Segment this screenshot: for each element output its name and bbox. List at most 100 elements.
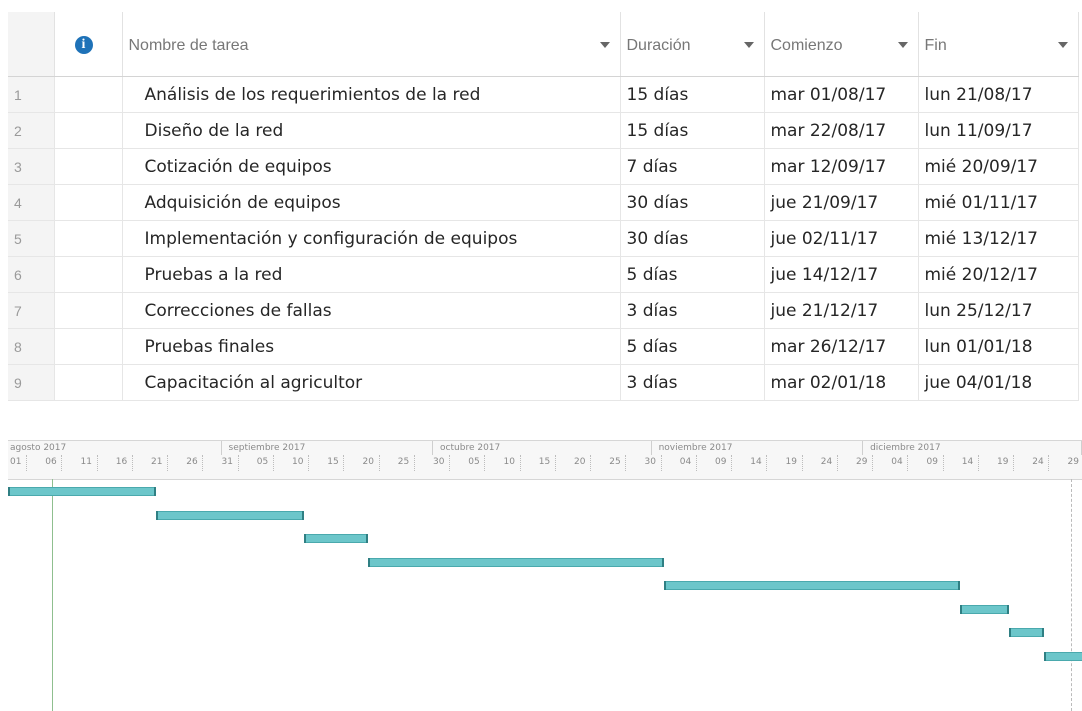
table-row[interactable]: 6 Pruebas a la red 5 días jue 14/12/17 mié 2…	[8, 256, 1079, 293]
task-name-cell[interactable]: Implementación y configuración de equipo…	[122, 220, 621, 257]
timescale-day-label: 29	[856, 457, 868, 467]
timescale-day-label: 19	[997, 457, 1009, 467]
finish-cell[interactable]: lun 25/12/17	[918, 292, 1079, 329]
timescale-day-label: 11	[80, 457, 92, 467]
start-cell[interactable]: jue 14/12/17	[764, 256, 919, 293]
duration-cell[interactable]: 15 días	[620, 76, 765, 113]
finish-cell[interactable]: lun 11/09/17	[918, 112, 1079, 149]
start-cell[interactable]: mar 12/09/17	[764, 148, 919, 185]
duration-cell[interactable]: 30 días	[620, 220, 765, 257]
indicator-cell[interactable]	[54, 148, 123, 185]
start-column-header[interactable]: Comienzo	[764, 12, 919, 77]
timescale-day-label: 05	[256, 457, 269, 467]
finish-cell[interactable]: mié 01/11/17	[918, 184, 1079, 221]
start-cell[interactable]: jue 21/12/17	[764, 292, 919, 329]
indicator-cell[interactable]	[54, 328, 123, 365]
indicator-cell[interactable]	[54, 256, 123, 293]
duration-cell[interactable]: 5 días	[620, 256, 765, 293]
table-row[interactable]: 9 Capacitación al agricultor 3 días mar 02/…	[8, 364, 1079, 401]
finish-cell[interactable]: mié 13/12/17	[918, 220, 1079, 257]
chevron-down-icon[interactable]	[1057, 42, 1068, 48]
finish-cell[interactable]: lun 21/08/17	[918, 76, 1079, 113]
timescale-day-label: 06	[45, 457, 57, 467]
row-number[interactable]: 9	[8, 364, 55, 401]
timescale-month-divider	[432, 441, 434, 455]
gantt-task-bar[interactable]	[1044, 651, 1082, 661]
gantt-task-bar[interactable]	[8, 487, 157, 496]
task-name-cell[interactable]: Correcciones de fallas	[122, 292, 621, 329]
task-name-cell[interactable]: Pruebas finales	[122, 328, 621, 365]
finish-column-header[interactable]: Fin	[918, 12, 1079, 77]
duration-cell[interactable]: 3 días	[620, 364, 765, 401]
task-name-cell[interactable]: Diseño de la red	[122, 112, 621, 149]
duration-cell[interactable]: 7 días	[620, 148, 765, 185]
task-name-cell[interactable]: Análisis de los requerimientos de la red	[122, 76, 621, 113]
task-name-cell[interactable]: Cotización de equipos	[122, 148, 621, 185]
info-column-header[interactable]: i	[54, 12, 123, 77]
duration-cell[interactable]: 30 días	[620, 184, 765, 221]
indicator-cell[interactable]	[54, 292, 123, 329]
task-name-cell[interactable]: Capacitación al agricultor	[122, 364, 621, 401]
timescale-day-label: 04	[891, 457, 903, 467]
row-number[interactable]: 7	[8, 292, 55, 329]
gantt-task-bar[interactable]	[663, 581, 960, 590]
timescale-day-label: 04	[679, 457, 692, 467]
timescale-day-label: 19	[785, 457, 797, 467]
timescale-month-label: diciembre 2017	[870, 443, 941, 453]
timescale-tick	[378, 455, 380, 471]
row-number[interactable]: 1	[8, 76, 55, 113]
timescale[interactable]: agosto 2017 septiembre 2017 octubre 2017 no…	[8, 440, 1082, 480]
timescale-tick	[554, 455, 556, 471]
indicator-cell[interactable]	[54, 220, 123, 257]
row-number[interactable]: 3	[8, 148, 55, 185]
timescale-tick	[26, 455, 27, 471]
start-cell[interactable]: jue 21/09/17	[764, 184, 919, 221]
start-cell[interactable]: mar 26/12/17	[764, 328, 919, 365]
finish-cell[interactable]: mié 20/12/17	[918, 256, 1079, 293]
table-row[interactable]: 4 Adquisición de equipos 30 días jue 21/09/…	[8, 184, 1079, 221]
chevron-down-icon[interactable]	[897, 42, 908, 48]
start-cell[interactable]: jue 02/11/17	[764, 220, 919, 257]
timescale-tick	[731, 455, 732, 471]
indicator-cell[interactable]	[54, 76, 123, 113]
gantt-task-bar[interactable]	[304, 534, 368, 543]
indicator-cell[interactable]	[54, 184, 123, 221]
timescale-day-label: 30	[433, 457, 445, 467]
start-cell[interactable]: mar 01/08/17	[764, 76, 919, 113]
finish-cell[interactable]: jue 04/01/18	[918, 364, 1079, 401]
row-number[interactable]: 6	[8, 256, 55, 293]
indicator-cell[interactable]	[54, 112, 123, 149]
table-row[interactable]: 8 Pruebas finales 5 días mar 26/12/17 lun 01…	[8, 328, 1079, 365]
gantt-task-bar[interactable]	[959, 604, 1010, 614]
chevron-down-icon[interactable]	[599, 42, 610, 48]
start-cell[interactable]: mar 02/01/18	[764, 364, 919, 401]
row-number[interactable]: 8	[8, 328, 55, 365]
gantt-task-bar[interactable]	[156, 510, 305, 520]
task-name-cell[interactable]: Adquisición de equipos	[122, 184, 621, 221]
gantt-task-bar[interactable]	[1009, 628, 1045, 637]
row-number[interactable]: 4	[8, 184, 55, 221]
table-row[interactable]: 2 Diseño de la red 15 días mar 22/08/17 lun …	[8, 112, 1079, 149]
table-row[interactable]: 3 Cotización de equipos 7 días mar 12/09/17…	[8, 148, 1079, 185]
row-number-header[interactable]	[8, 12, 55, 77]
finish-cell[interactable]: lun 01/01/18	[918, 328, 1079, 365]
chevron-down-icon[interactable]	[743, 42, 754, 48]
table-row[interactable]: 1 Análisis de los requerimientos de la re…	[8, 76, 1079, 113]
table-row[interactable]: 7 Correcciones de fallas 3 días jue 21/12/1…	[8, 292, 1079, 329]
row-number[interactable]: 2	[8, 112, 55, 149]
duration-cell[interactable]: 5 días	[620, 328, 765, 365]
duration-cell[interactable]: 3 días	[620, 292, 765, 329]
timescale-day-label: 09	[715, 457, 727, 467]
duration-cell[interactable]: 15 días	[620, 112, 765, 149]
name-column-header[interactable]: Nombre de tarea	[122, 12, 621, 77]
timescale-tick	[660, 455, 662, 471]
indicator-cell[interactable]	[54, 364, 123, 401]
table-row[interactable]: 5 Implementación y configuración de equip…	[8, 220, 1079, 257]
timescale-day-label: 31	[221, 457, 233, 467]
row-number[interactable]: 5	[8, 220, 55, 257]
gantt-task-bar[interactable]	[367, 557, 664, 567]
duration-column-header[interactable]: Duración	[620, 12, 765, 77]
task-name-cell[interactable]: Pruebas a la red	[122, 256, 621, 293]
finish-cell[interactable]: mié 20/09/17	[918, 148, 1079, 185]
start-cell[interactable]: mar 22/08/17	[764, 112, 919, 149]
